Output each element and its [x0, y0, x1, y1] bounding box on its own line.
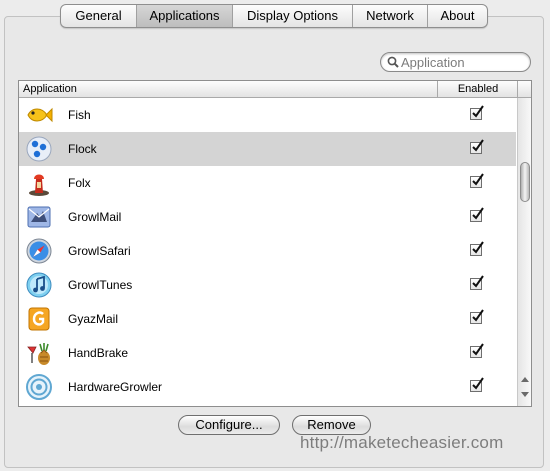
search-icon [387, 56, 399, 68]
enabled-checkbox[interactable] [470, 309, 484, 324]
column-header-enabled[interactable]: Enabled [437, 81, 518, 97]
checkmark-icon [472, 343, 484, 356]
header-corner [517, 81, 531, 97]
enabled-checkbox[interactable] [470, 207, 484, 222]
application-search[interactable] [380, 52, 531, 72]
scroll-up-arrow-icon[interactable] [521, 377, 529, 382]
growltunes-icon [26, 272, 52, 298]
app-name: GyazMail [68, 312, 119, 326]
table-row[interactable]: GrowlSafari [19, 234, 516, 268]
checkmark-icon [472, 139, 484, 152]
checkmark-icon [472, 241, 484, 254]
tab-applications[interactable]: Applications [137, 5, 233, 27]
enabled-checkbox[interactable] [470, 343, 484, 358]
enabled-checkbox[interactable] [470, 275, 484, 290]
table-row[interactable]: HandBrake [19, 336, 516, 370]
applications-table: Application Enabled Fish Flock Folx Grow… [18, 80, 532, 407]
remove-button[interactable]: Remove [292, 415, 371, 435]
table-row[interactable]: GrowlTunes [19, 268, 516, 302]
tab-network[interactable]: Network [353, 5, 428, 27]
app-name: Flock [68, 142, 97, 156]
watermark: http://maketecheasier.com [300, 433, 504, 452]
app-name: Fish [68, 108, 91, 122]
table-row[interactable]: GrowlMail [19, 200, 516, 234]
handbrake-icon [27, 343, 50, 365]
search-input[interactable] [399, 54, 521, 70]
app-name: GrowlTunes [68, 278, 133, 292]
enabled-checkbox[interactable] [470, 241, 484, 256]
table-row[interactable]: GyazMail [19, 302, 516, 336]
table-header: Application Enabled [19, 81, 531, 98]
table-row[interactable]: HardwareGrowler [19, 370, 516, 404]
folx-icon [29, 174, 49, 196]
growlsafari-icon [26, 238, 52, 264]
checkmark-icon [472, 309, 484, 322]
flock-icon [26, 136, 52, 162]
scrollbar-thumb[interactable] [520, 162, 530, 202]
app-name: GrowlSafari [68, 244, 131, 258]
app-name: Folx [68, 176, 91, 190]
hardwaregrowler-icon [26, 374, 52, 400]
enabled-checkbox[interactable] [470, 173, 484, 188]
checkmark-icon [472, 105, 484, 118]
tab-about[interactable]: About [428, 5, 487, 27]
vertical-scrollbar[interactable] [517, 98, 531, 406]
table-row[interactable]: Flock [19, 132, 516, 166]
checkmark-icon [472, 207, 484, 220]
checkmark-icon [472, 173, 484, 186]
table-body: Fish Flock Folx GrowlMail GrowlSafari Gr… [19, 98, 516, 404]
scroll-down-arrow-icon[interactable] [521, 392, 529, 397]
tab-display-options[interactable]: Display Options [233, 5, 353, 27]
enabled-checkbox[interactable] [470, 139, 484, 154]
column-header-application[interactable]: Application [23, 81, 77, 97]
checkmark-icon [472, 275, 484, 288]
table-row[interactable]: Folx [19, 166, 516, 200]
checkmark-icon [472, 377, 484, 390]
enabled-checkbox[interactable] [470, 377, 484, 392]
growlmail-icon [27, 206, 51, 228]
tab-general[interactable]: General [61, 5, 137, 27]
tab-bar: General Applications Display Options Net… [60, 4, 488, 28]
table-row[interactable]: Fish [19, 98, 516, 132]
fish-icon [27, 107, 53, 123]
gyazmail-icon [28, 307, 50, 331]
app-name: HardwareGrowler [68, 380, 163, 394]
app-name: GrowlMail [68, 210, 122, 224]
app-name: HandBrake [68, 346, 129, 360]
configure-button[interactable]: Configure... [178, 415, 280, 435]
enabled-checkbox[interactable] [470, 105, 484, 120]
